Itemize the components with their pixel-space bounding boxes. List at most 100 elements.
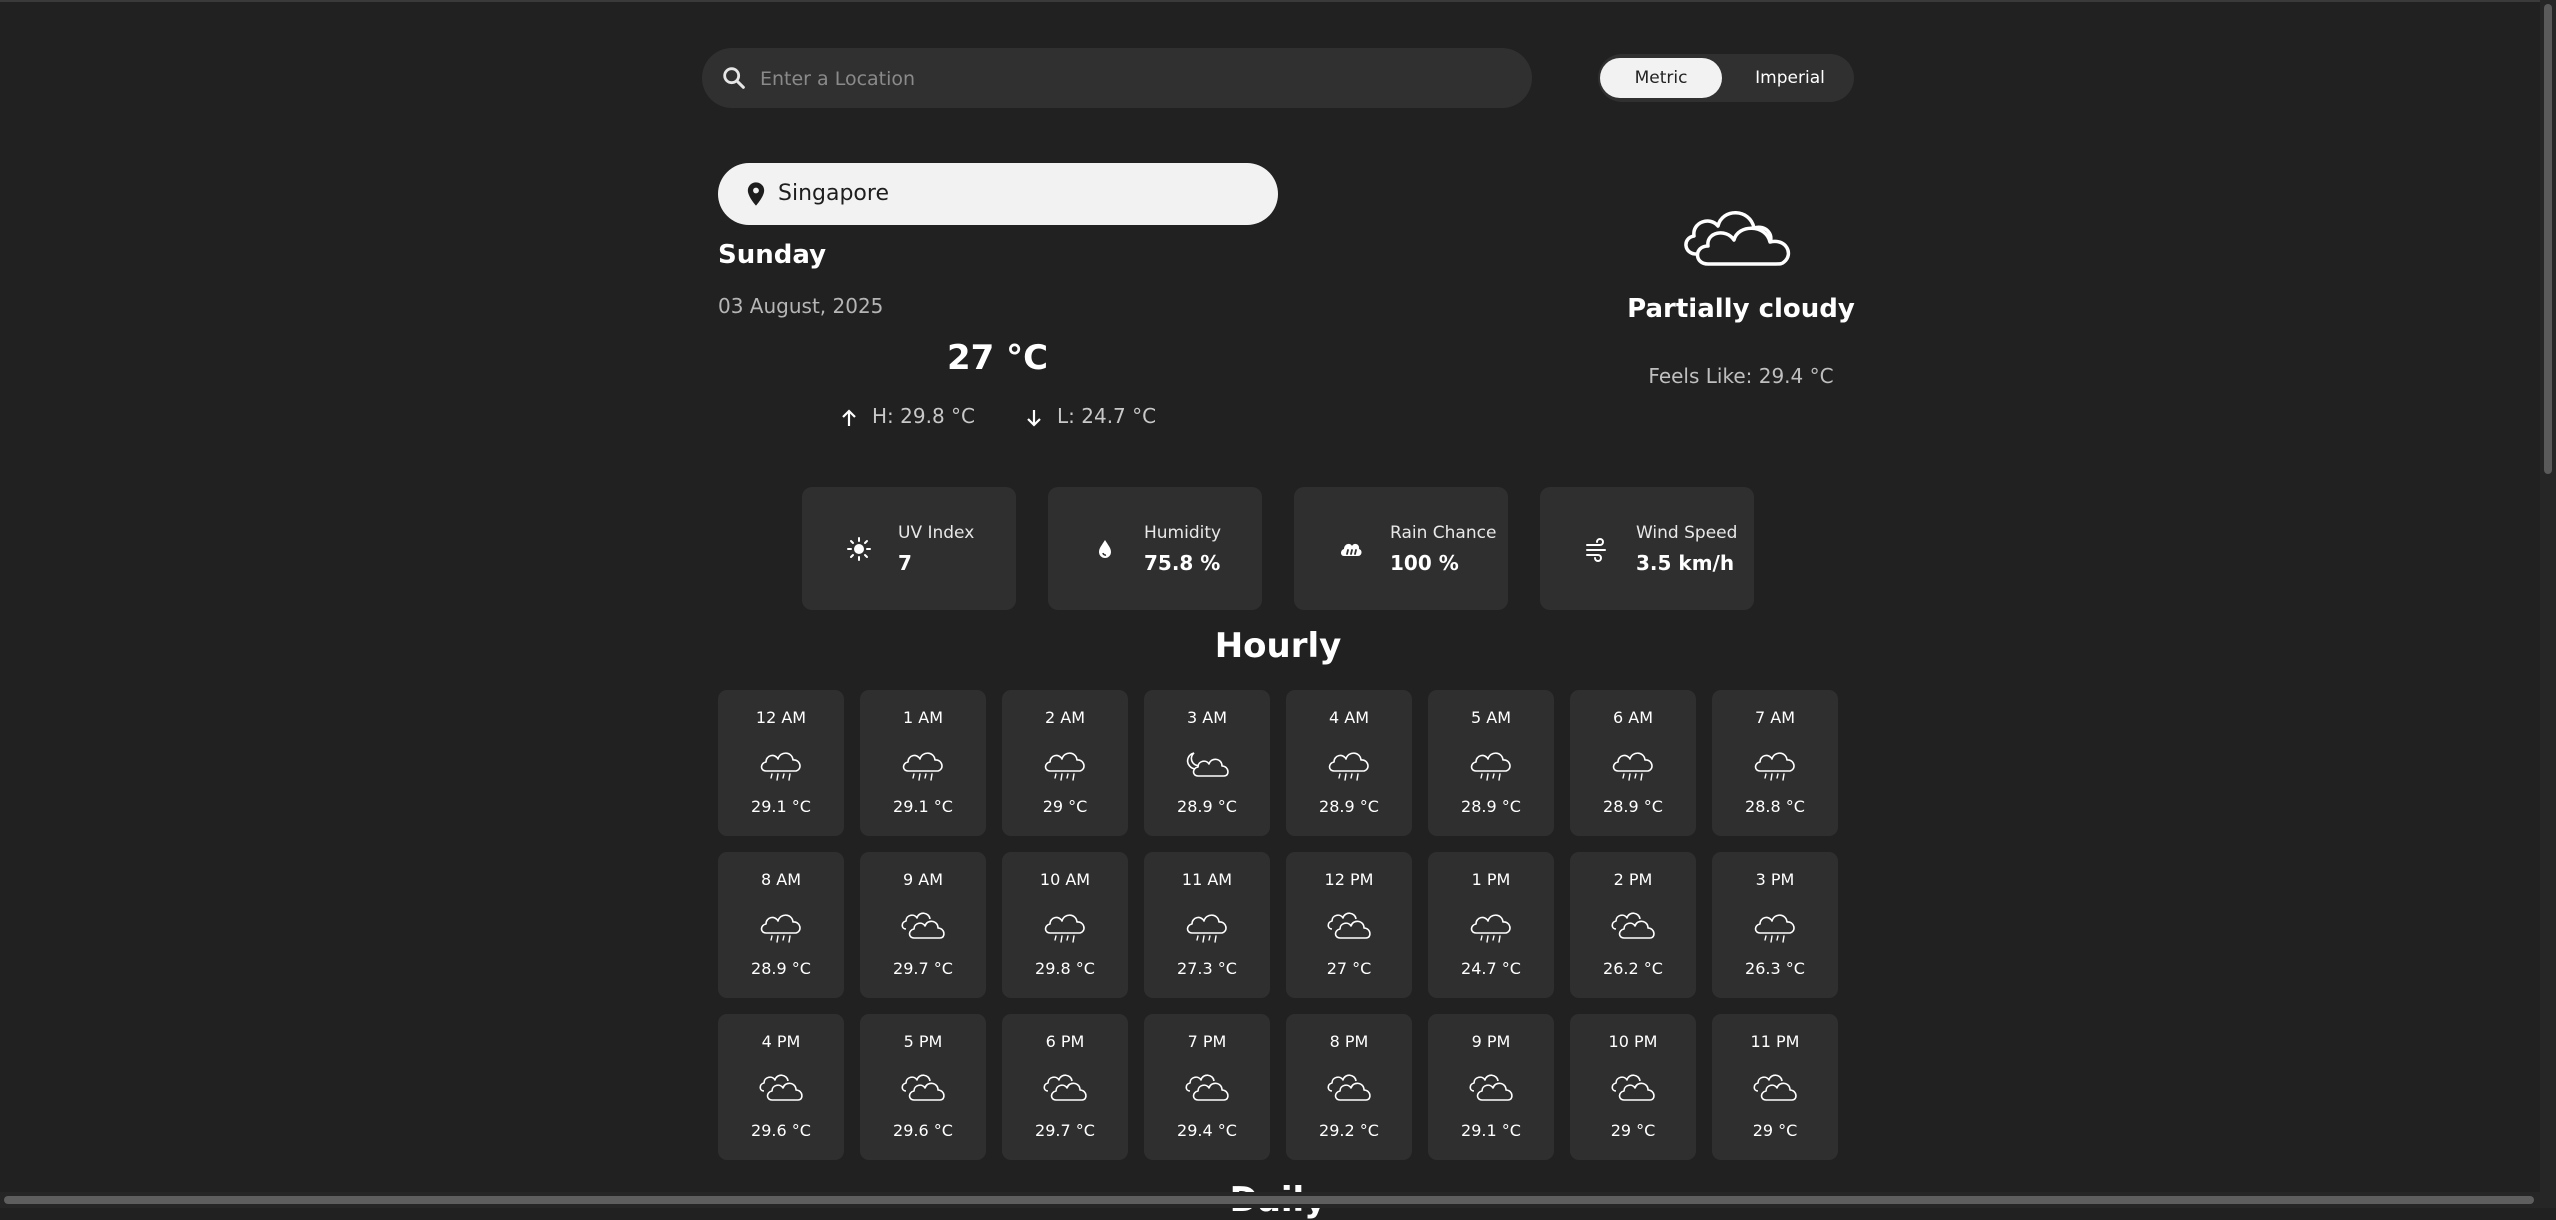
cloudy-icon bbox=[759, 1074, 803, 1101]
rain-cloud-icon bbox=[1470, 752, 1511, 781]
hourly-time: 11 PM bbox=[1750, 1032, 1800, 1051]
hourly-card: 11 AM 27.3 °C bbox=[1144, 852, 1270, 998]
rain-cloud-icon bbox=[1470, 914, 1511, 943]
location-name: Singapore bbox=[778, 181, 889, 206]
hourly-time: 3 PM bbox=[1755, 870, 1795, 889]
hourly-time: 9 AM bbox=[902, 870, 943, 889]
rain-cloud-icon bbox=[760, 752, 801, 781]
hourly-temp: 29.2 °C bbox=[1319, 1121, 1379, 1140]
hourly-time: 2 PM bbox=[1613, 870, 1653, 889]
imperial-button[interactable]: Imperial bbox=[1728, 58, 1852, 98]
cloudy-icon bbox=[1327, 1074, 1371, 1101]
hourly-temp: 29 °C bbox=[1610, 1121, 1656, 1140]
low-temperature: L: 24.7 °C bbox=[1025, 404, 1156, 428]
droplet-icon bbox=[1099, 540, 1111, 558]
hourly-card: 7 AM 28.8 °C bbox=[1712, 690, 1838, 836]
hourly-temp: 28.8 °C bbox=[1745, 797, 1805, 816]
current-temperature: 27 °C bbox=[946, 338, 1049, 378]
hourly-card: 1 AM 29.1 °C bbox=[860, 690, 986, 836]
cloudy-icon bbox=[1469, 1074, 1513, 1101]
hourly-time: 7 PM bbox=[1187, 1032, 1227, 1051]
hourly-time: 1 AM bbox=[902, 708, 943, 727]
horizontal-scrollbar-thumb[interactable] bbox=[4, 1196, 2534, 1204]
cloudy-icon bbox=[1185, 1074, 1229, 1101]
top-border bbox=[0, 0, 2556, 2]
high-temperature-text: H: 29.8 °C bbox=[872, 404, 975, 428]
hourly-card: 12 PM 27 °C bbox=[1286, 852, 1412, 998]
stat-value: 7 bbox=[898, 551, 912, 575]
location-search[interactable] bbox=[702, 48, 1532, 110]
hourly-time: 7 AM bbox=[1754, 708, 1795, 727]
cloudy-icon bbox=[901, 1074, 945, 1101]
rain-cloud-icon bbox=[760, 914, 801, 943]
hourly-temp: 29.6 °C bbox=[893, 1121, 953, 1140]
sun-icon bbox=[847, 537, 871, 561]
hourly-card: 6 AM 28.9 °C bbox=[1570, 690, 1696, 836]
rain-cloud-icon bbox=[1186, 914, 1227, 943]
cloudy-icon bbox=[1611, 1074, 1655, 1101]
hourly-time: 6 PM bbox=[1045, 1032, 1085, 1051]
stat-value: 75.8 % bbox=[1144, 551, 1221, 575]
search-input[interactable] bbox=[758, 48, 1502, 110]
rain-cloud-icon bbox=[1328, 752, 1369, 781]
hourly-time: 4 PM bbox=[761, 1032, 801, 1051]
hourly-card: 7 PM 29.4 °C bbox=[1144, 1014, 1270, 1160]
hourly-card: 8 PM 29.2 °C bbox=[1286, 1014, 1412, 1160]
hourly-heading: Hourly bbox=[1214, 626, 1342, 666]
arrow-up-icon bbox=[842, 408, 856, 426]
hourly-temp: 27.3 °C bbox=[1177, 959, 1237, 978]
rain-cloud-icon bbox=[1754, 752, 1795, 781]
hourly-temp: 29.7 °C bbox=[1035, 1121, 1095, 1140]
stat-value: 3.5 km/h bbox=[1636, 551, 1735, 575]
hourly-time: 10 AM bbox=[1039, 870, 1091, 889]
hourly-temp: 29.1 °C bbox=[893, 797, 953, 816]
arrow-down-icon bbox=[1027, 409, 1041, 427]
hourly-temp: 29.1 °C bbox=[1461, 1121, 1521, 1140]
hourly-card: 9 PM 29.1 °C bbox=[1428, 1014, 1554, 1160]
hourly-temp: 29.4 °C bbox=[1177, 1121, 1237, 1140]
hourly-card: 8 AM 28.9 °C bbox=[718, 852, 844, 998]
hourly-time: 6 AM bbox=[1612, 708, 1653, 727]
rain-cloud-icon bbox=[1341, 543, 1362, 556]
hourly-temp: 29 °C bbox=[1042, 797, 1088, 816]
hourly-time: 5 AM bbox=[1470, 708, 1511, 727]
stat-humidity: Humidity 75.8 % bbox=[1048, 487, 1262, 610]
metric-button[interactable]: Metric bbox=[1600, 58, 1722, 98]
hourly-time: 9 PM bbox=[1471, 1032, 1511, 1051]
hourly-card: 11 PM 29 °C bbox=[1712, 1014, 1838, 1160]
high-temperature: H: 29.8 °C bbox=[840, 404, 975, 428]
rain-cloud-icon bbox=[1754, 914, 1795, 943]
cloudy-night-icon bbox=[1186, 752, 1229, 777]
hourly-card: 10 AM 29.8 °C bbox=[1002, 852, 1128, 998]
stat-rain-chance: Rain Chance 100 % bbox=[1294, 487, 1508, 610]
cloudy-icon bbox=[901, 912, 945, 939]
vertical-scrollbar-thumb[interactable] bbox=[2544, 4, 2552, 474]
hourly-temp: 27 °C bbox=[1326, 959, 1372, 978]
partly-cloudy-icon bbox=[1684, 211, 1791, 266]
hourly-temp: 29.6 °C bbox=[751, 1121, 811, 1140]
rain-cloud-icon bbox=[1044, 914, 1085, 943]
hourly-card: 3 AM 28.9 °C bbox=[1144, 690, 1270, 836]
low-temperature-text: L: 24.7 °C bbox=[1057, 404, 1157, 428]
hourly-card: 2 AM 29 °C bbox=[1002, 690, 1128, 836]
rain-cloud-icon bbox=[902, 752, 943, 781]
hourly-temp: 29.8 °C bbox=[1035, 959, 1095, 978]
search-icon bbox=[723, 67, 745, 89]
hourly-time: 4 AM bbox=[1328, 708, 1369, 727]
stat-label: Rain Chance bbox=[1390, 523, 1497, 543]
hourly-card: 3 PM 26.3 °C bbox=[1712, 852, 1838, 998]
hourly-card: 10 PM 29 °C bbox=[1570, 1014, 1696, 1160]
hourly-card: 4 PM 29.6 °C bbox=[718, 1014, 844, 1160]
hourly-temp: 28.9 °C bbox=[1603, 797, 1663, 816]
hourly-card: 6 PM 29.7 °C bbox=[1002, 1014, 1128, 1160]
hourly-time: 3 AM bbox=[1186, 708, 1227, 727]
stat-value: 100 % bbox=[1390, 551, 1459, 575]
wind-icon bbox=[1586, 538, 1606, 562]
cloudy-icon bbox=[1753, 1074, 1797, 1101]
feels-like: Feels Like: 29.4 °C bbox=[1648, 364, 1834, 388]
hourly-card: 5 AM 28.9 °C bbox=[1428, 690, 1554, 836]
hourly-time: 12 PM bbox=[1324, 870, 1374, 889]
rain-cloud-icon bbox=[1044, 752, 1085, 781]
hourly-time: 12 AM bbox=[755, 708, 807, 727]
hourly-temp: 29 °C bbox=[1752, 1121, 1798, 1140]
